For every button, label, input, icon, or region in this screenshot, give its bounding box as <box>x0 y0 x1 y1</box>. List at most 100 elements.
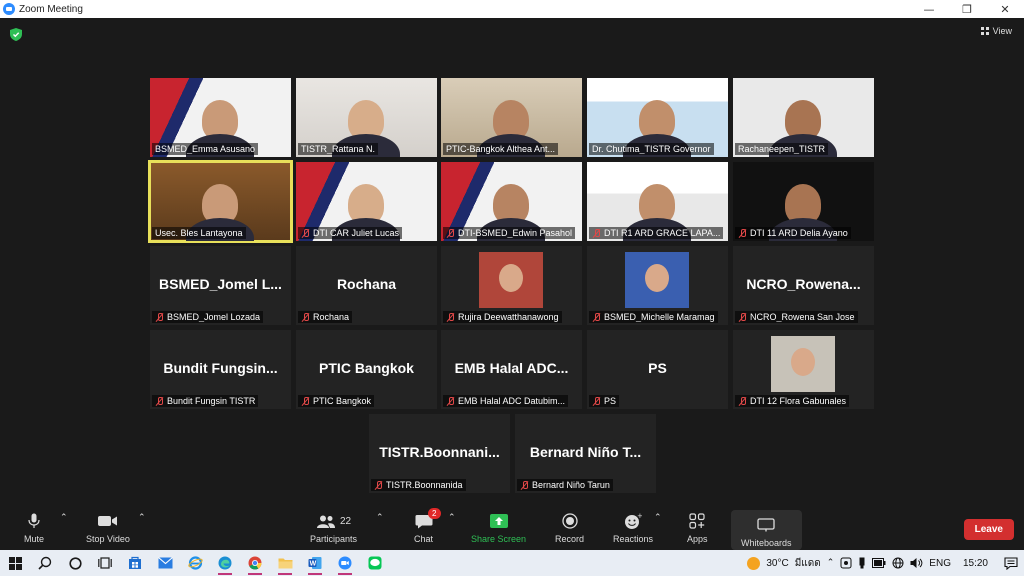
taskbar-internet-explorer[interactable] <box>180 550 210 576</box>
mute-button[interactable]: Mute <box>24 512 44 544</box>
taskbar-store[interactable] <box>120 550 150 576</box>
taskbar-file-explorer[interactable] <box>270 550 300 576</box>
participant-name: DTI 11 ARD Delia Ayano <box>750 228 848 238</box>
participant-tile[interactable]: DTI 11 ARD Delia Ayano <box>733 162 874 241</box>
volume-icon[interactable] <box>910 557 923 569</box>
participant-name: DTI CAR Juliet Lucas <box>313 228 400 238</box>
participant-tile[interactable]: PTIC-Bangkok Althea Ant... <box>441 78 582 157</box>
record-button[interactable]: Record <box>555 512 584 544</box>
participant-tile[interactable]: EMB Halal ADC... EMB Halal ADC Datubim... <box>441 330 582 409</box>
participant-name: Bundit Fungsin TISTR <box>167 396 256 406</box>
taskbar-chrome[interactable] <box>240 550 270 576</box>
view-button[interactable]: View <box>980 26 1012 36</box>
temperature[interactable]: 30°C <box>766 558 788 569</box>
taskbar-edge[interactable] <box>210 550 240 576</box>
chat-options-chevron-icon[interactable]: ⌃ <box>448 512 456 523</box>
participant-tile[interactable]: Bernard Niño T... Bernard Niño Tarun <box>515 414 656 493</box>
participant-tile[interactable]: BSMED_Michelle Maramag <box>587 246 728 325</box>
participant-name-label: Rachaneepen_TISTR <box>735 143 829 155</box>
taskbar-word[interactable]: W <box>300 550 330 576</box>
participant-tile[interactable]: BSMED_Jomel L... BSMED_Jomel Lozada <box>150 246 291 325</box>
running-indicator <box>338 573 352 575</box>
store-icon <box>129 556 141 569</box>
participants-button[interactable]: 22 Participants <box>310 512 357 544</box>
muted-mic-icon <box>592 312 601 322</box>
participant-tile[interactable]: Bundit Fungsin... Bundit Fungsin TISTR <box>150 330 291 409</box>
battery-icon[interactable] <box>872 558 886 568</box>
participant-name: DTI R1 ARD GRACE LAPA... <box>604 228 721 238</box>
participant-tile[interactable]: Rochana Rochana <box>296 246 437 325</box>
line-app-icon <box>368 556 382 570</box>
stop-video-button[interactable]: Stop Video <box>86 512 130 544</box>
apps-label: Apps <box>687 534 708 544</box>
mute-options-chevron-icon[interactable]: ⌃ <box>60 512 68 523</box>
participant-tile[interactable]: DTI-BSMED_Edwin Pasahol <box>441 162 582 241</box>
participant-tile[interactable]: TISTR_Rattana N. <box>296 78 437 157</box>
running-indicator <box>218 573 232 575</box>
reactions-options-chevron-icon[interactable]: ⌃ <box>654 512 662 523</box>
muted-mic-icon <box>738 396 747 406</box>
tray-overflow-chevron-icon[interactable]: ⌃ <box>827 558 835 568</box>
apps-button[interactable]: Apps <box>687 512 708 544</box>
participant-tile[interactable]: PTIC Bangkok PTIC Bangkok <box>296 330 437 409</box>
participant-tile[interactable]: NCRO_Rowena... NCRO_Rowena San Jose <box>733 246 874 325</box>
apps-icon <box>689 512 705 530</box>
participant-tile[interactable]: TISTR.Boonnani... TISTR.Boonnanida <box>369 414 510 493</box>
participant-tile[interactable]: Rachaneepen_TISTR <box>733 78 874 157</box>
participant-tile[interactable]: Dr. Chutima_TISTR Governor <box>587 78 728 157</box>
start-button[interactable] <box>0 550 30 576</box>
leave-button[interactable]: Leave <box>963 519 1014 540</box>
maximize-button[interactable]: ❐ <box>948 0 986 18</box>
participant-display-name: PS <box>648 360 667 376</box>
word-icon: W <box>308 557 322 569</box>
participant-name-label: PTIC-Bangkok Althea Ant... <box>443 143 559 155</box>
participant-name-label: DTI-BSMED_Edwin Pasahol <box>443 227 576 239</box>
clock[interactable]: 15:20 <box>963 558 988 569</box>
security-shield-icon[interactable] <box>10 28 22 41</box>
stop-video-label: Stop Video <box>86 534 130 544</box>
participant-name-label: DTI R1 ARD GRACE LAPA... <box>589 227 724 239</box>
chat-button[interactable]: 2 Chat <box>414 508 441 544</box>
participant-name-label: BSMED_Jomel Lozada <box>152 311 264 323</box>
record-icon <box>561 512 578 530</box>
taskbar-mail[interactable] <box>150 550 180 576</box>
participant-name-label: Rujira Deewatthanawong <box>443 311 562 323</box>
minimize-button[interactable]: — <box>910 0 948 18</box>
input-language[interactable]: ENG <box>929 558 951 569</box>
running-indicator <box>308 573 322 575</box>
task-view-button[interactable] <box>90 550 120 576</box>
video-options-chevron-icon[interactable]: ⌃ <box>138 512 146 523</box>
close-button[interactable]: ✕ <box>986 0 1024 18</box>
participant-tile[interactable]: Usec. Bles Lantayona <box>148 160 293 243</box>
meet-now-icon[interactable] <box>840 557 852 569</box>
weather-condition[interactable]: มีแดด <box>795 556 821 571</box>
participant-tile[interactable]: PS PS <box>587 330 728 409</box>
participant-name: NCRO_Rowena San Jose <box>750 312 855 322</box>
participant-tile[interactable]: BSMED_Emma Asusano <box>150 78 291 157</box>
participant-name: EMB Halal ADC Datubim... <box>458 396 566 406</box>
cortana-button[interactable] <box>60 550 90 576</box>
notification-icon[interactable] <box>1004 556 1018 570</box>
participants-options-chevron-icon[interactable]: ⌃ <box>376 512 384 523</box>
chat-label: Chat <box>414 534 434 544</box>
participant-tile[interactable]: DTI CAR Juliet Lucas <box>296 162 437 241</box>
participant-tile[interactable]: DTI 12 Flora Gabunales <box>733 330 874 409</box>
running-indicator <box>248 573 262 575</box>
taskbar-line[interactable] <box>360 550 390 576</box>
usb-device-icon[interactable] <box>858 557 866 569</box>
cortana-circle-icon <box>68 556 82 570</box>
search-button[interactable] <box>30 550 60 576</box>
participant-name-label: TISTR_Rattana N. <box>298 143 379 155</box>
reactions-button[interactable]: + Reactions <box>613 512 653 544</box>
globe-network-icon[interactable] <box>892 557 904 569</box>
search-icon <box>38 556 52 570</box>
share-screen-button[interactable]: Share Screen <box>471 512 526 544</box>
participant-name: Rujira Deewatthanawong <box>458 312 559 322</box>
folder-icon <box>278 558 292 569</box>
participant-tile[interactable]: Rujira Deewatthanawong <box>441 246 582 325</box>
participant-display-name: PTIC Bangkok <box>319 360 414 376</box>
taskbar-zoom[interactable] <box>330 550 360 576</box>
participant-tile[interactable]: DTI R1 ARD GRACE LAPA... <box>587 162 728 241</box>
whiteboards-button[interactable]: Whiteboards <box>731 510 802 550</box>
participant-name-label: PS <box>589 395 620 407</box>
